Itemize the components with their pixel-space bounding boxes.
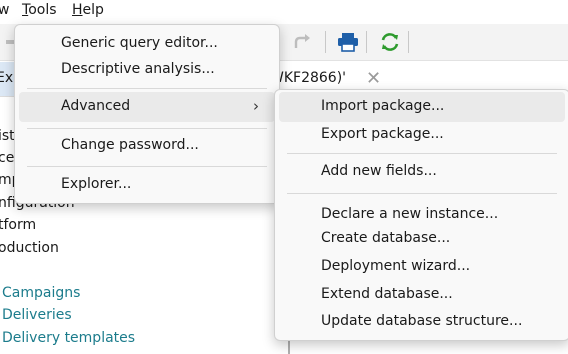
menu-item-label: Advanced <box>61 98 131 114</box>
menu-item-label: Declare a new instance... <box>321 206 499 222</box>
menu-help[interactable]: Help <box>72 2 104 18</box>
toolbar-separator <box>408 31 409 53</box>
tree-link-delivery-templates[interactable]: Delivery templates <box>2 330 135 346</box>
menu-item-label: Deployment wizard... <box>321 258 471 274</box>
menu-item-deployment-wizard[interactable]: Deployment wizard... <box>279 252 565 282</box>
menu-item-export-package[interactable]: Export package... <box>279 120 565 150</box>
tree-link-campaigns[interactable]: Campaigns <box>2 285 80 301</box>
menu-help-mnemonic: H <box>72 2 83 18</box>
print-icon[interactable] <box>335 30 361 54</box>
menu-item-change-password[interactable]: Change password... <box>19 131 275 161</box>
menu-item-add-new-fields[interactable]: Add new fields... <box>279 157 565 187</box>
menu-item-descriptive-analysis[interactable]: Descriptive analysis... <box>19 55 275 85</box>
menu-separator <box>287 193 557 194</box>
tree-link-deliveries[interactable]: Deliveries <box>2 307 72 323</box>
chevron-right-icon: › <box>253 97 259 115</box>
toolbar-separator <box>325 31 326 53</box>
refresh-icon[interactable] <box>377 30 403 54</box>
menu-view[interactable]: w <box>0 2 9 18</box>
menu-item-import-package[interactable]: Import package... <box>279 92 565 122</box>
tools-menu: Generic query editor... Descriptive anal… <box>14 24 280 204</box>
menu-tools[interactable]: Tools <box>22 2 57 18</box>
tree-item[interactable]: ist <box>0 128 15 144</box>
tab-workflow-label[interactable]: WKF2866)' <box>270 70 346 86</box>
advanced-submenu: Import package... Export package... Add … <box>274 89 568 341</box>
menu-separator <box>27 128 267 129</box>
menu-item-label: Extend database... <box>321 286 453 302</box>
menu-item-create-database[interactable]: Create database... <box>279 224 565 254</box>
menu-item-label: Generic query editor... <box>61 35 218 51</box>
menu-item-label: Import package... <box>321 98 445 114</box>
tree-item-production[interactable]: oduction <box>0 240 59 256</box>
menu-bar: w Tools Help <box>0 0 568 24</box>
menu-item-explorer[interactable]: Explorer... <box>19 170 275 200</box>
menu-item-label: Update database structure... <box>321 313 523 329</box>
redo-icon[interactable] <box>290 30 316 54</box>
menu-separator <box>287 153 557 154</box>
menu-tools-rest: ools <box>28 2 57 18</box>
tree-item-platform[interactable]: tform <box>0 217 36 233</box>
menu-separator <box>27 88 267 89</box>
menu-item-update-database-structure[interactable]: Update database structure... <box>279 307 565 337</box>
menu-help-rest: elp <box>82 2 104 18</box>
menu-item-label: Explorer... <box>61 176 132 192</box>
menu-item-label: Change password... <box>61 137 199 153</box>
close-icon[interactable]: ✕ <box>366 68 381 89</box>
menu-item-label: Export package... <box>321 126 444 142</box>
toolbar-separator <box>366 31 367 53</box>
menu-separator <box>27 166 267 167</box>
menu-item-label: Add new fields... <box>321 163 437 179</box>
menu-item-label: Descriptive analysis... <box>61 61 215 77</box>
menu-item-advanced[interactable]: Advanced › <box>19 92 275 122</box>
menu-item-extend-database[interactable]: Extend database... <box>279 280 565 310</box>
menu-item-label: Create database... <box>321 230 451 246</box>
